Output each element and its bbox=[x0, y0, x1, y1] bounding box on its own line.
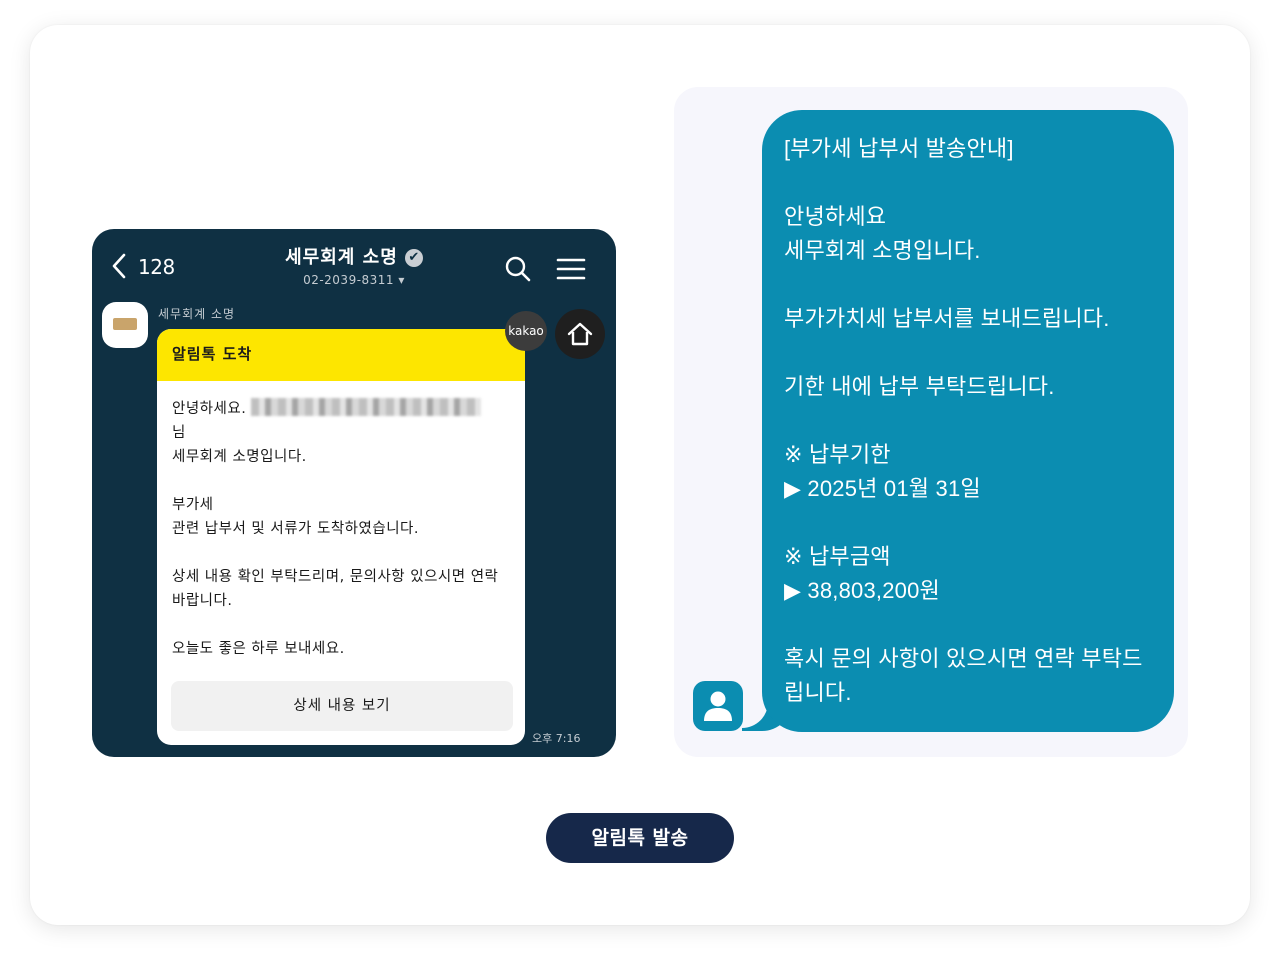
sender-avatar bbox=[693, 681, 743, 731]
sender-label: 세무회계 소명 bbox=[158, 307, 236, 321]
verified-icon: ✔ bbox=[404, 249, 423, 267]
search-icon[interactable] bbox=[504, 255, 532, 283]
bubble-suffix: 님 bbox=[172, 425, 186, 441]
sms-amount-value: ▶ 38,803,200원 bbox=[784, 578, 940, 603]
back-chevron-icon[interactable] bbox=[108, 251, 130, 281]
user-icon bbox=[704, 691, 732, 721]
channel-name: 세무회계 소명 bbox=[285, 247, 398, 268]
bubble-body: 안녕하세요. 님 세무회계 소명입니다. 부가세 관련 납부서 및 서류가 도착… bbox=[157, 381, 525, 661]
bubble-greeting: 안녕하세요. bbox=[172, 401, 247, 417]
bubble-line-c: 상세 내용 확인 부탁드리며, 문의사항 있으시면 연락 바랍니다. bbox=[172, 569, 499, 609]
bubble-intro: 세무회계 소명입니다. bbox=[172, 449, 307, 465]
channel-phone[interactable]: 02-2039-8311 ▾ bbox=[242, 273, 466, 287]
bubble-line-b: 관련 납부서 및 서류가 도착하였습니다. bbox=[172, 521, 419, 537]
sms-request: 기한 내에 납부 부탁드립니다. bbox=[784, 374, 1055, 399]
sms-deadline-label: ※ 납부기한 bbox=[784, 442, 891, 467]
home-icon[interactable] bbox=[555, 309, 605, 359]
sms-message-bubble: [부가세 납부서 발송안내] 안녕하세요 세무회계 소명입니다. 부가가치세 납… bbox=[762, 110, 1174, 732]
channel-avatar[interactable] bbox=[102, 302, 148, 348]
bubble-line-a: 부가세 bbox=[172, 497, 214, 513]
sms-title: [부가세 납부서 발송안내] bbox=[784, 136, 1014, 161]
sms-deadline-value: ▶ 2025년 01월 31일 bbox=[784, 476, 981, 501]
bubble-line-d: 오늘도 좋은 하루 보내세요. bbox=[172, 641, 345, 657]
chat-header: 세무회계 소명 ✔ 02-2039-8311 ▾ bbox=[242, 243, 466, 287]
sms-notice: 부가가치세 납부서를 보내드립니다. bbox=[784, 306, 1110, 331]
message-time: 오후 7:16 bbox=[532, 732, 581, 745]
sms-intro: 세무회계 소명입니다. bbox=[784, 238, 981, 263]
sms-amount-label: ※ 납부금액 bbox=[784, 544, 891, 569]
menu-icon[interactable] bbox=[556, 255, 586, 283]
alimtalk-bubble: 알림톡 도착 안녕하세요. 님 세무회계 소명입니다. 부가세 관련 납부서 및… bbox=[157, 329, 525, 745]
blurred-recipient bbox=[251, 398, 482, 416]
bubble-header: 알림톡 도착 bbox=[157, 329, 525, 381]
channel-logo bbox=[113, 318, 137, 330]
back-count: 128 bbox=[138, 255, 175, 279]
send-alimtalk-button[interactable]: 알림톡 발송 bbox=[546, 813, 734, 863]
kakao-badge: kakao bbox=[505, 311, 547, 351]
kakao-chat-screenshot: 128 세무회계 소명 ✔ 02-2039-8311 ▾ 세무회계 소명 알림톡… bbox=[92, 229, 616, 757]
sms-greeting: 안녕하세요 bbox=[784, 204, 887, 229]
view-details-button[interactable]: 상세 내용 보기 bbox=[171, 681, 513, 731]
sms-closing: 혹시 문의 사항이 있으시면 연락 부탁드립니다. bbox=[784, 646, 1143, 705]
